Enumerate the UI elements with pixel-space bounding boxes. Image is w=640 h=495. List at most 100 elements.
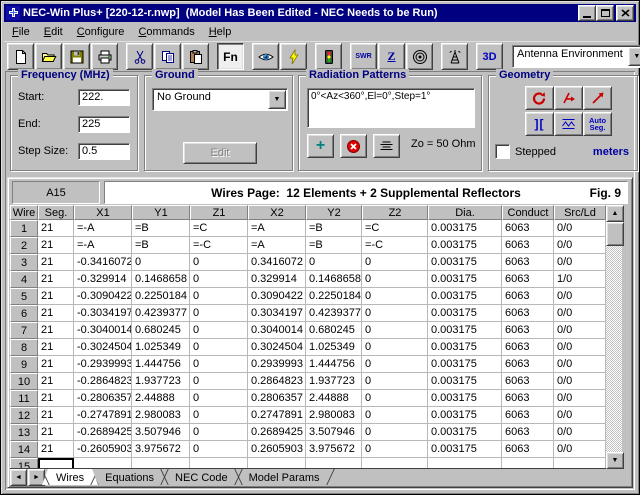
cell[interactable]: 0.2605903 xyxy=(248,441,306,458)
copy-button[interactable] xyxy=(154,43,181,70)
cell[interactable]: =-C xyxy=(362,237,428,254)
cell[interactable]: 0 xyxy=(190,390,248,407)
cell[interactable]: 0 xyxy=(190,407,248,424)
menu-item-configure[interactable]: Configure xyxy=(70,23,132,41)
cell[interactable]: -0.3416072 xyxy=(74,254,132,271)
cell[interactable]: 0.003175 xyxy=(428,356,502,373)
cell[interactable]: 6063 xyxy=(502,305,554,322)
cell[interactable]: 0/0 xyxy=(554,390,606,407)
stepped-checkbox[interactable] xyxy=(495,144,510,159)
cell[interactable]: 0.2939993 xyxy=(248,356,306,373)
cell[interactable]: -0.3090422 xyxy=(74,288,132,305)
add-pattern-button[interactable]: + xyxy=(307,134,334,158)
cell[interactable] xyxy=(306,458,362,469)
cell[interactable]: 0 xyxy=(362,271,428,288)
row-header[interactable]: 3 xyxy=(10,254,38,271)
ground-dropdown[interactable]: No Ground ▼ xyxy=(152,88,288,111)
cell[interactable]: 21 xyxy=(38,288,74,305)
end-input[interactable]: 225 xyxy=(78,116,130,133)
cell[interactable]: 6063 xyxy=(502,356,554,373)
cell[interactable]: 0.003175 xyxy=(428,441,502,458)
row-header[interactable]: 11 xyxy=(10,390,38,407)
cell[interactable]: 0 xyxy=(190,441,248,458)
cell[interactable]: 0 xyxy=(362,322,428,339)
delete-pattern-button[interactable] xyxy=(340,134,367,158)
cell[interactable]: 21 xyxy=(38,322,74,339)
cell[interactable]: 0 xyxy=(362,339,428,356)
cell[interactable]: 0.3040014 xyxy=(248,322,306,339)
tab-equations[interactable]: Equations xyxy=(91,469,168,485)
cell[interactable]: 1.444756 xyxy=(306,356,362,373)
column-header[interactable]: Seg. xyxy=(38,205,74,220)
cell[interactable]: 0/0 xyxy=(554,322,606,339)
cell[interactable]: 0 xyxy=(362,373,428,390)
cell[interactable] xyxy=(74,458,132,469)
column-header[interactable]: Wire xyxy=(10,205,38,220)
cell[interactable]: =A xyxy=(248,220,306,237)
cell[interactable]: =B xyxy=(132,237,190,254)
cell[interactable]: 0 xyxy=(362,407,428,424)
cell[interactable]: 21 xyxy=(38,237,74,254)
row-header[interactable]: 4 xyxy=(10,271,38,288)
pattern-button[interactable] xyxy=(406,43,433,70)
cut-button[interactable] xyxy=(126,43,153,70)
row-header[interactable]: 5 xyxy=(10,288,38,305)
wire-wave-button[interactable] xyxy=(554,112,583,136)
scrollbar-thumb[interactable] xyxy=(606,222,624,246)
cell[interactable]: -0.3024504 xyxy=(74,339,132,356)
minimize-button[interactable] xyxy=(578,5,596,21)
cell[interactable]: 3.507946 xyxy=(132,424,190,441)
cell[interactable]: -0.3034197 xyxy=(74,305,132,322)
cell[interactable]: 0.2806357 xyxy=(248,390,306,407)
cell[interactable]: 0/0 xyxy=(554,288,606,305)
row-header[interactable]: 8 xyxy=(10,339,38,356)
selected-cell[interactable] xyxy=(38,458,74,469)
cell[interactable]: =-C xyxy=(190,237,248,254)
app-icon[interactable] xyxy=(6,6,20,20)
cell[interactable]: 21 xyxy=(38,373,74,390)
cell[interactable]: 0 xyxy=(190,373,248,390)
cell[interactable]: 1.937723 xyxy=(306,373,362,390)
cell[interactable]: 0/0 xyxy=(554,339,606,356)
save-button[interactable] xyxy=(63,43,90,70)
cell[interactable]: =B xyxy=(306,220,362,237)
column-header[interactable]: Z2 xyxy=(362,205,428,220)
cell[interactable]: 0.4239377 xyxy=(306,305,362,322)
row-header[interactable]: 13 xyxy=(10,424,38,441)
cell[interactable]: -0.2689425 xyxy=(74,424,132,441)
cell[interactable]: 0.2250184 xyxy=(306,288,362,305)
cell[interactable]: 0.003175 xyxy=(428,373,502,390)
cell[interactable]: 0.2250184 xyxy=(132,288,190,305)
cell[interactable]: 6063 xyxy=(502,407,554,424)
cell[interactable]: 21 xyxy=(38,424,74,441)
brackets-button[interactable]: ][ xyxy=(525,112,554,136)
cell[interactable]: 0.003175 xyxy=(428,424,502,441)
cell[interactable]: 0/0 xyxy=(554,237,606,254)
cell[interactable]: 21 xyxy=(38,356,74,373)
antenna-button[interactable] xyxy=(441,43,468,70)
ground-dropdown-arrow[interactable]: ▼ xyxy=(268,90,286,109)
pattern-listbox[interactable]: 0°<Az<360°,El=0°,Step=1° xyxy=(307,88,475,128)
cell[interactable]: 2.980083 xyxy=(132,407,190,424)
cell[interactable]: =C xyxy=(190,220,248,237)
column-header[interactable]: Y2 xyxy=(306,205,362,220)
cell[interactable]: 0/0 xyxy=(554,220,606,237)
scroll-down-button[interactable]: ▼ xyxy=(606,452,624,469)
cell[interactable]: -0.2806357 xyxy=(74,390,132,407)
menu-item-edit[interactable]: Edit xyxy=(37,23,70,41)
menu-item-commands[interactable]: Commands xyxy=(131,23,201,41)
translate-button[interactable] xyxy=(554,86,583,110)
rotate-button[interactable] xyxy=(525,86,554,110)
row-header[interactable]: 2 xyxy=(10,237,38,254)
column-header[interactable]: Src/Ld xyxy=(554,205,606,220)
new-button[interactable] xyxy=(7,43,34,70)
cell[interactable]: 0 xyxy=(362,254,428,271)
cell[interactable]: 1.025349 xyxy=(306,339,362,356)
ground-edit-button[interactable]: Edit xyxy=(183,142,257,164)
cell-reference-box[interactable]: A15 xyxy=(12,181,100,204)
cell[interactable]: 6063 xyxy=(502,220,554,237)
column-header[interactable]: Z1 xyxy=(190,205,248,220)
cell[interactable]: =-A xyxy=(74,237,132,254)
cell[interactable]: 0.2747891 xyxy=(248,407,306,424)
open-button[interactable] xyxy=(35,43,62,70)
